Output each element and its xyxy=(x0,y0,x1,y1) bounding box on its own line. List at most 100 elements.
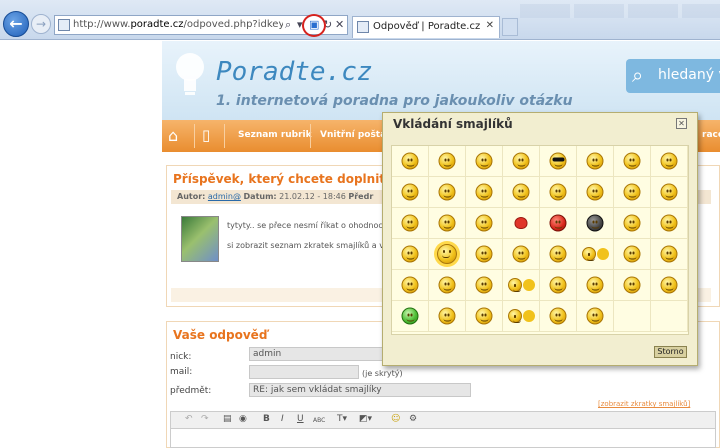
background-taskbar xyxy=(520,4,720,18)
spellcheck-icon[interactable]: ◉ xyxy=(239,414,247,424)
subject-field[interactable]: RE: jak sem vkládat smajlíky xyxy=(249,383,471,397)
nick-field[interactable]: admin xyxy=(249,347,389,361)
smiley-cell[interactable] xyxy=(429,301,466,332)
close-icon[interactable]: ✕ xyxy=(486,20,494,31)
smiley-cell[interactable] xyxy=(392,270,429,301)
smiley-cell[interactable] xyxy=(503,208,540,239)
scream-smiley-icon xyxy=(660,183,678,201)
smiley-cell[interactable] xyxy=(466,208,503,239)
undo-icon[interactable]: ↶ xyxy=(185,414,193,424)
smiley-cell[interactable] xyxy=(614,239,651,270)
paste-icon[interactable]: ▤ xyxy=(223,414,232,424)
smiley-cell[interactable] xyxy=(392,239,429,270)
smiley-cell[interactable] xyxy=(503,239,540,270)
smiley-cell[interactable] xyxy=(392,146,429,177)
pair-smiley-icon xyxy=(508,309,522,323)
smiley-cell[interactable] xyxy=(651,146,688,177)
smiley-cell[interactable] xyxy=(577,177,614,208)
smiley-cell[interactable] xyxy=(651,270,688,301)
phone-icon[interactable]: ▯ xyxy=(202,126,210,144)
tab-odpoved[interactable]: Odpověď | Poradte.cz ✕ xyxy=(352,16,500,38)
home-icon[interactable]: ⌂ xyxy=(168,126,178,145)
smiley-cell[interactable] xyxy=(577,208,614,239)
author-link[interactable]: admin@ xyxy=(208,192,241,201)
avatar[interactable] xyxy=(181,216,219,262)
redo-icon[interactable]: ↷ xyxy=(201,414,209,424)
search-icon[interactable]: ⌕ xyxy=(285,18,291,32)
smiley-cell[interactable] xyxy=(503,301,540,332)
forward-button[interactable]: → xyxy=(31,14,51,34)
site-search[interactable]: ⌕ hledaný v xyxy=(626,59,720,93)
site-tagline: 1. internetová poradna pro jakoukoliv ot… xyxy=(216,93,573,109)
smiley-cell[interactable] xyxy=(466,270,503,301)
nav-item-rubriky[interactable]: Seznam rubrik xyxy=(238,130,312,140)
smiley-cell[interactable] xyxy=(540,270,577,301)
smiley-cell[interactable] xyxy=(577,270,614,301)
smiley-cell[interactable] xyxy=(429,146,466,177)
green-smiley-icon xyxy=(401,307,419,325)
smiley-cell[interactable] xyxy=(577,239,614,270)
new-tab-button[interactable] xyxy=(502,18,518,36)
site-logo[interactable]: Poradte.cz xyxy=(216,57,373,87)
smiley-cell[interactable] xyxy=(540,239,577,270)
smiley-cell[interactable] xyxy=(466,301,503,332)
smiley-cell[interactable] xyxy=(429,270,466,301)
smiley-cell[interactable] xyxy=(651,208,688,239)
nav-item-more[interactable]: race xyxy=(702,130,720,140)
smile-smiley-icon xyxy=(549,307,567,325)
smiley-cell[interactable] xyxy=(614,146,651,177)
underline-button[interactable]: U xyxy=(297,414,304,424)
close-icon[interactable]: ✕ xyxy=(676,118,687,129)
angel-smiley-icon xyxy=(586,276,604,294)
smiley-cell[interactable] xyxy=(503,270,540,301)
dialog-title: Vkládání smajlíků xyxy=(393,117,513,131)
nav-item-posta[interactable]: Vnitřní pošta xyxy=(320,130,386,140)
smiley-cell[interactable] xyxy=(614,208,651,239)
smiley-cell[interactable] xyxy=(429,239,466,270)
search-input[interactable]: hledaný v xyxy=(658,67,720,83)
think-smiley-icon xyxy=(623,276,641,294)
back-button[interactable]: ← xyxy=(3,11,29,37)
smiley-cell[interactable] xyxy=(540,146,577,177)
smiley-cell[interactable] xyxy=(429,208,466,239)
special-char-icon[interactable]: ⚙ xyxy=(409,414,417,424)
heart-smiley-icon xyxy=(514,217,528,229)
smiley-cell[interactable] xyxy=(614,270,651,301)
stop-icon[interactable]: ✕ xyxy=(335,18,344,31)
smiley-cell[interactable] xyxy=(577,146,614,177)
smile-smiley-icon xyxy=(660,276,678,294)
italic-button[interactable]: I xyxy=(281,414,284,424)
nav-separator xyxy=(224,124,225,148)
lightbulb-icon xyxy=(176,53,204,95)
smiley-cell[interactable] xyxy=(466,177,503,208)
strike-button[interactable]: ABC xyxy=(313,417,325,424)
smiley-cell[interactable] xyxy=(429,177,466,208)
smiley-cell[interactable] xyxy=(614,177,651,208)
storno-button[interactable]: Storno xyxy=(654,346,687,358)
smiley-cell[interactable] xyxy=(503,146,540,177)
smiley-cell[interactable] xyxy=(466,239,503,270)
show-smileys-link[interactable]: [zobrazit zkratky smajlíků] xyxy=(598,400,690,408)
reply-textarea[interactable] xyxy=(170,429,716,448)
smiley-cell[interactable] xyxy=(651,177,688,208)
smiley-cell[interactable] xyxy=(651,239,688,270)
sleep-smiley-icon xyxy=(401,214,419,232)
smiley-cell[interactable] xyxy=(392,301,429,332)
smiley-icon[interactable]: ☺ xyxy=(391,414,400,424)
smiley-cell[interactable] xyxy=(577,301,614,332)
smiley-cell[interactable] xyxy=(466,146,503,177)
smiley-cell[interactable] xyxy=(540,177,577,208)
text-color-icon[interactable]: T▾ xyxy=(337,414,347,424)
smile-smiley-icon xyxy=(660,214,678,232)
arrow-left-icon: ← xyxy=(9,14,23,33)
mail-field[interactable] xyxy=(249,365,359,379)
bg-color-icon[interactable]: ◩▾ xyxy=(359,414,372,424)
smiley-cell[interactable] xyxy=(540,301,577,332)
bold-button[interactable]: B xyxy=(263,414,270,424)
smiley-cell[interactable] xyxy=(392,208,429,239)
smiley-cell[interactable] xyxy=(503,177,540,208)
pair-smiley-icon xyxy=(582,247,596,261)
nav-separator xyxy=(194,124,195,148)
smiley-cell[interactable] xyxy=(540,208,577,239)
smiley-cell[interactable] xyxy=(392,177,429,208)
